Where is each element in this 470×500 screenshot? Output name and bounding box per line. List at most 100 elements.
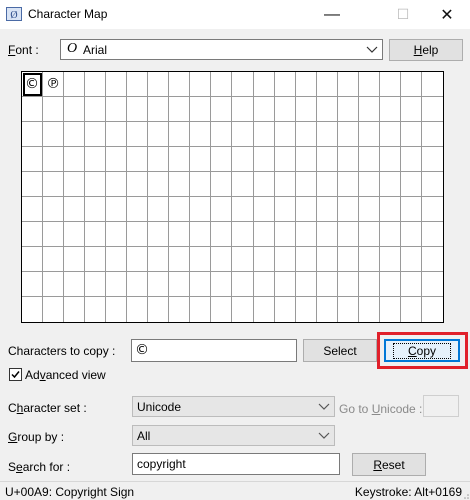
character-cell[interactable]: [148, 172, 170, 197]
character-cell[interactable]: [211, 122, 233, 147]
character-cell[interactable]: [358, 147, 380, 172]
character-cell[interactable]: [421, 197, 443, 222]
character-cell[interactable]: [85, 272, 107, 297]
character-cell[interactable]: [316, 147, 338, 172]
character-cell[interactable]: [316, 222, 338, 247]
character-cell[interactable]: [169, 122, 191, 147]
character-cell[interactable]: [295, 97, 317, 122]
character-cell[interactable]: [85, 222, 107, 247]
character-cell[interactable]: [211, 222, 233, 247]
character-cell[interactable]: [85, 197, 107, 222]
character-cell[interactable]: [127, 297, 149, 322]
character-cell[interactable]: [148, 222, 170, 247]
character-cell[interactable]: [148, 72, 170, 97]
character-cell[interactable]: [106, 122, 128, 147]
close-button[interactable]: ✕: [424, 0, 470, 29]
character-cell[interactable]: [295, 222, 317, 247]
advanced-view-checkbox[interactable]: [9, 368, 22, 381]
character-cell[interactable]: [43, 97, 65, 122]
character-cell[interactable]: [43, 247, 65, 272]
character-cell[interactable]: [22, 197, 44, 222]
character-cell[interactable]: [274, 147, 296, 172]
character-cell[interactable]: ©: [22, 72, 44, 97]
character-cell[interactable]: [358, 247, 380, 272]
character-cell[interactable]: [148, 147, 170, 172]
character-cell[interactable]: [64, 72, 86, 97]
character-cell[interactable]: [148, 247, 170, 272]
character-cell[interactable]: [316, 197, 338, 222]
character-cell[interactable]: [295, 72, 317, 97]
character-cell[interactable]: [232, 297, 254, 322]
character-cell[interactable]: [22, 272, 44, 297]
character-cell[interactable]: [169, 147, 191, 172]
character-cell[interactable]: [232, 147, 254, 172]
resize-grip-icon[interactable]: [460, 490, 470, 500]
character-cell[interactable]: [169, 172, 191, 197]
character-cell[interactable]: [211, 297, 233, 322]
character-cell[interactable]: [421, 172, 443, 197]
character-set-combobox[interactable]: Unicode: [132, 396, 335, 417]
character-cell[interactable]: [379, 97, 401, 122]
character-cell[interactable]: [401, 297, 422, 322]
character-cell[interactable]: [274, 97, 296, 122]
maximize-button[interactable]: ☐: [380, 0, 426, 29]
go-to-unicode-field[interactable]: [423, 395, 459, 417]
character-cell[interactable]: [422, 297, 443, 322]
character-cell[interactable]: [43, 122, 65, 147]
character-cell[interactable]: [64, 272, 86, 297]
character-cell[interactable]: [169, 297, 191, 322]
character-cell[interactable]: [274, 172, 296, 197]
character-cell[interactable]: [22, 247, 44, 272]
character-cell[interactable]: [400, 197, 422, 222]
character-cell[interactable]: [337, 97, 359, 122]
character-cell[interactable]: [43, 147, 65, 172]
character-cell[interactable]: [169, 97, 191, 122]
character-cell[interactable]: [211, 247, 233, 272]
character-cell[interactable]: [148, 197, 170, 222]
character-cell[interactable]: [232, 72, 254, 97]
character-cell[interactable]: [22, 222, 44, 247]
character-cell[interactable]: [127, 222, 149, 247]
character-cell[interactable]: [190, 122, 212, 147]
character-cell[interactable]: [127, 122, 149, 147]
character-cell[interactable]: [379, 197, 401, 222]
character-cell[interactable]: [400, 222, 422, 247]
character-cell[interactable]: [400, 122, 422, 147]
character-cell[interactable]: [358, 272, 380, 297]
character-cell[interactable]: [85, 122, 107, 147]
character-cell[interactable]: [337, 72, 359, 97]
character-cell[interactable]: [127, 147, 149, 172]
character-cell[interactable]: [274, 247, 296, 272]
character-cell[interactable]: [85, 72, 107, 97]
character-cell[interactable]: [379, 272, 401, 297]
character-cell[interactable]: [358, 222, 380, 247]
character-cell[interactable]: [148, 297, 170, 322]
character-cell[interactable]: [232, 272, 254, 297]
character-cell[interactable]: [148, 122, 170, 147]
character-cell[interactable]: [337, 197, 359, 222]
character-cell[interactable]: [148, 272, 170, 297]
character-cell[interactable]: [380, 297, 401, 322]
character-cell[interactable]: [232, 222, 254, 247]
character-cell[interactable]: [337, 172, 359, 197]
character-cell[interactable]: [379, 247, 401, 272]
character-cell[interactable]: [421, 122, 443, 147]
character-cell[interactable]: [127, 272, 149, 297]
character-cell[interactable]: [253, 247, 275, 272]
character-cell[interactable]: ℗: [43, 72, 65, 97]
character-cell[interactable]: [232, 197, 254, 222]
character-cell[interactable]: [358, 172, 380, 197]
character-cell[interactable]: [358, 197, 380, 222]
character-cell[interactable]: [337, 247, 359, 272]
character-cell[interactable]: [317, 297, 338, 322]
character-cell[interactable]: [127, 247, 149, 272]
character-cell[interactable]: [169, 72, 191, 97]
character-cell[interactable]: [379, 172, 401, 197]
character-cell[interactable]: [85, 147, 107, 172]
character-cell[interactable]: [400, 147, 422, 172]
character-cell[interactable]: [421, 97, 443, 122]
character-cell[interactable]: [190, 297, 212, 322]
character-cell[interactable]: [295, 172, 317, 197]
character-cell[interactable]: [316, 97, 338, 122]
character-cell[interactable]: [211, 147, 233, 172]
